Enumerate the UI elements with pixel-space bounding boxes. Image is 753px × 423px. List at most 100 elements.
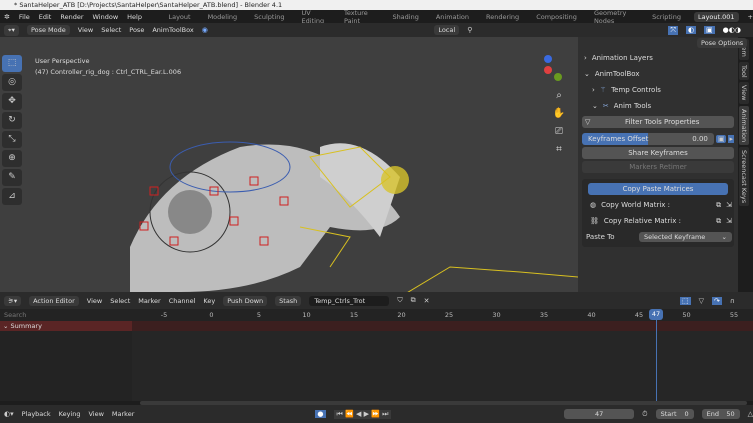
menu-view[interactable]: View	[78, 26, 93, 34]
tab-sculpting[interactable]: Sculpting	[250, 12, 288, 22]
timeline-editor-icon[interactable]: ◐▾	[4, 410, 14, 418]
summary-channel[interactable]: ⌄ Summary	[0, 321, 132, 331]
collapse-icon[interactable]: △	[748, 410, 753, 418]
share-keyframes-button[interactable]: Share Keyframes	[582, 147, 734, 159]
scale-tool-icon[interactable]: ⤡	[2, 131, 22, 148]
menu-marker[interactable]: Marker	[112, 410, 134, 418]
tab-view[interactable]: View	[739, 82, 749, 104]
channel-search-input[interactable]: Search	[0, 309, 132, 321]
filter-icon[interactable]: ▽	[699, 297, 704, 305]
menu-window[interactable]: Window	[93, 13, 119, 21]
temp-controls-icon: ⚚	[599, 86, 607, 94]
xray-icon[interactable]: ▣	[704, 26, 715, 34]
menu-keying[interactable]: Keying	[59, 410, 81, 418]
gizmo-icon[interactable]: ⤧	[668, 25, 678, 35]
paste-to-select[interactable]: Selected Keyframe ⌄	[639, 232, 732, 242]
tab-layout-001[interactable]: Layout.001	[693, 11, 739, 22]
camera-icon[interactable]: ⎚	[551, 126, 567, 144]
action-name-field[interactable]: Temp_Ctrls_Trot	[309, 295, 390, 306]
menu-view[interactable]: View	[88, 410, 103, 418]
menu-playback[interactable]: Playback	[22, 410, 51, 418]
paste-icon[interactable]: ⇲	[726, 201, 732, 209]
menu-animtoolbox[interactable]: AnimToolBox	[152, 26, 193, 34]
fake-user-icon[interactable]: ⛉	[397, 296, 402, 305]
menu-help[interactable]: Help	[127, 13, 142, 21]
anim-tools-header[interactable]: ⌄ ✂ Anim Tools	[578, 98, 738, 114]
push-down-button[interactable]: Push Down	[223, 295, 268, 306]
tab-shading[interactable]: Shading	[388, 12, 422, 22]
unlink-icon[interactable]: ✕	[424, 297, 430, 305]
paste-icon[interactable]: ⇲	[726, 217, 732, 225]
grid-icon[interactable]: ⌗	[551, 144, 567, 162]
start-frame-field[interactable]: Start 0	[655, 409, 694, 419]
pose-options-button[interactable]: Pose Options	[697, 38, 748, 48]
tab-animation-sidebar[interactable]: Animation	[739, 105, 749, 146]
stash-button[interactable]: Stash	[275, 295, 302, 306]
keyframes-offset-slider[interactable]: Keyframes Offset 0.00	[582, 133, 714, 145]
markers-retimer-button[interactable]: Markers Retimer	[582, 161, 734, 173]
shading-solid-icon[interactable]: ●◐◑	[723, 26, 741, 34]
menu-select[interactable]: Select	[110, 297, 130, 305]
editor-mode-select[interactable]: Action Editor	[29, 295, 79, 306]
tab-animation[interactable]: Animation	[432, 12, 473, 22]
transform-orientation-select[interactable]: Local	[434, 25, 460, 35]
copy-icon[interactable]: ⧉	[716, 217, 721, 226]
viewport-info: User Perspective (47) Controller_rig_dog…	[35, 56, 181, 78]
rotate-tool-icon[interactable]: ↻	[2, 112, 22, 129]
blender-logo-icon[interactable]: ✲	[4, 13, 10, 21]
menu-key[interactable]: Key	[203, 297, 215, 305]
menu-edit[interactable]: Edit	[39, 13, 52, 21]
annotate-tool-icon[interactable]: ✎	[2, 169, 22, 186]
menu-view[interactable]: View	[87, 297, 102, 305]
zoom-icon[interactable]: ⌕	[551, 90, 567, 108]
overlay-icon[interactable]: ◐	[685, 26, 697, 34]
copy-icon[interactable]: ⧉	[716, 201, 721, 210]
tab-rendering[interactable]: Rendering	[482, 12, 523, 22]
filter-tools-button[interactable]: ▽ Filter Tools Properties	[582, 116, 734, 128]
cursor-tool-icon[interactable]: ◎	[2, 74, 22, 91]
menu-marker[interactable]: Marker	[138, 297, 160, 305]
offset-icon[interactable]: ▣	[715, 135, 727, 143]
record-icon[interactable]: ●	[315, 410, 326, 418]
select-tool-icon[interactable]: ⬚	[2, 55, 22, 72]
end-frame-field[interactable]: End 50	[701, 409, 740, 419]
current-frame-field[interactable]: 47	[564, 409, 635, 419]
add-workspace-button[interactable]: +	[748, 13, 753, 21]
tools-icon: ✂	[602, 102, 609, 110]
tab-layout[interactable]: Layout	[164, 12, 194, 22]
sidebar-tabs: Item Tool View Animation Screencast Keys	[738, 37, 753, 292]
only-selected-icon[interactable]: ⬚	[679, 296, 691, 305]
stopwatch-icon[interactable]: ⏱	[642, 410, 647, 419]
snap-icon[interactable]: ⚲	[467, 26, 472, 34]
current-frame-indicator[interactable]: 47	[649, 309, 663, 320]
mode-select[interactable]: Pose Mode	[26, 25, 70, 35]
play-icon[interactable]: ▸	[728, 135, 734, 143]
tab-modeling[interactable]: Modeling	[204, 12, 242, 22]
menu-render[interactable]: Render	[60, 13, 83, 21]
animtoolbox-header[interactable]: ⌄ AnimToolBox	[578, 66, 738, 82]
playhead[interactable]	[656, 309, 657, 401]
proportional-icon[interactable]: ↷	[712, 296, 722, 305]
copy-paste-matrices-button[interactable]: Copy Paste Matrices	[588, 183, 728, 195]
tab-tool[interactable]: Tool	[739, 61, 749, 81]
globe-icon[interactable]: ◉	[202, 26, 208, 34]
editor-type-button[interactable]: ⌖▾	[4, 24, 19, 36]
menu-pose[interactable]: Pose	[129, 26, 144, 34]
animation-layers-header[interactable]: › Animation Layers	[578, 50, 738, 66]
measure-tool-icon[interactable]: ⊿	[2, 188, 22, 205]
menu-select[interactable]: Select	[101, 26, 121, 34]
pan-hand-icon[interactable]: ✋	[551, 108, 567, 126]
dopesheet-area[interactable]	[132, 331, 753, 401]
temp-controls-header[interactable]: › ⚚ Temp Controls	[578, 82, 738, 98]
menu-channel[interactable]: Channel	[169, 297, 196, 305]
move-tool-icon[interactable]: ✥	[2, 93, 22, 110]
tab-scripting[interactable]: Scripting	[648, 12, 685, 22]
tab-screencast-keys[interactable]: Screencast Keys	[739, 147, 749, 207]
dopesheet-editor-type[interactable]: ⚞▾	[4, 295, 22, 306]
duplicate-icon[interactable]: ⧉	[411, 296, 416, 305]
tab-compositing[interactable]: Compositing	[532, 12, 581, 22]
menu-file[interactable]: File	[19, 13, 30, 21]
playback-controls[interactable]: ⏮ ⏪ ◀ ▶ ⏩ ⏭	[333, 409, 392, 419]
transform-tool-icon[interactable]: ⊕	[2, 150, 22, 167]
curve-icon[interactable]: ∩	[730, 297, 735, 305]
